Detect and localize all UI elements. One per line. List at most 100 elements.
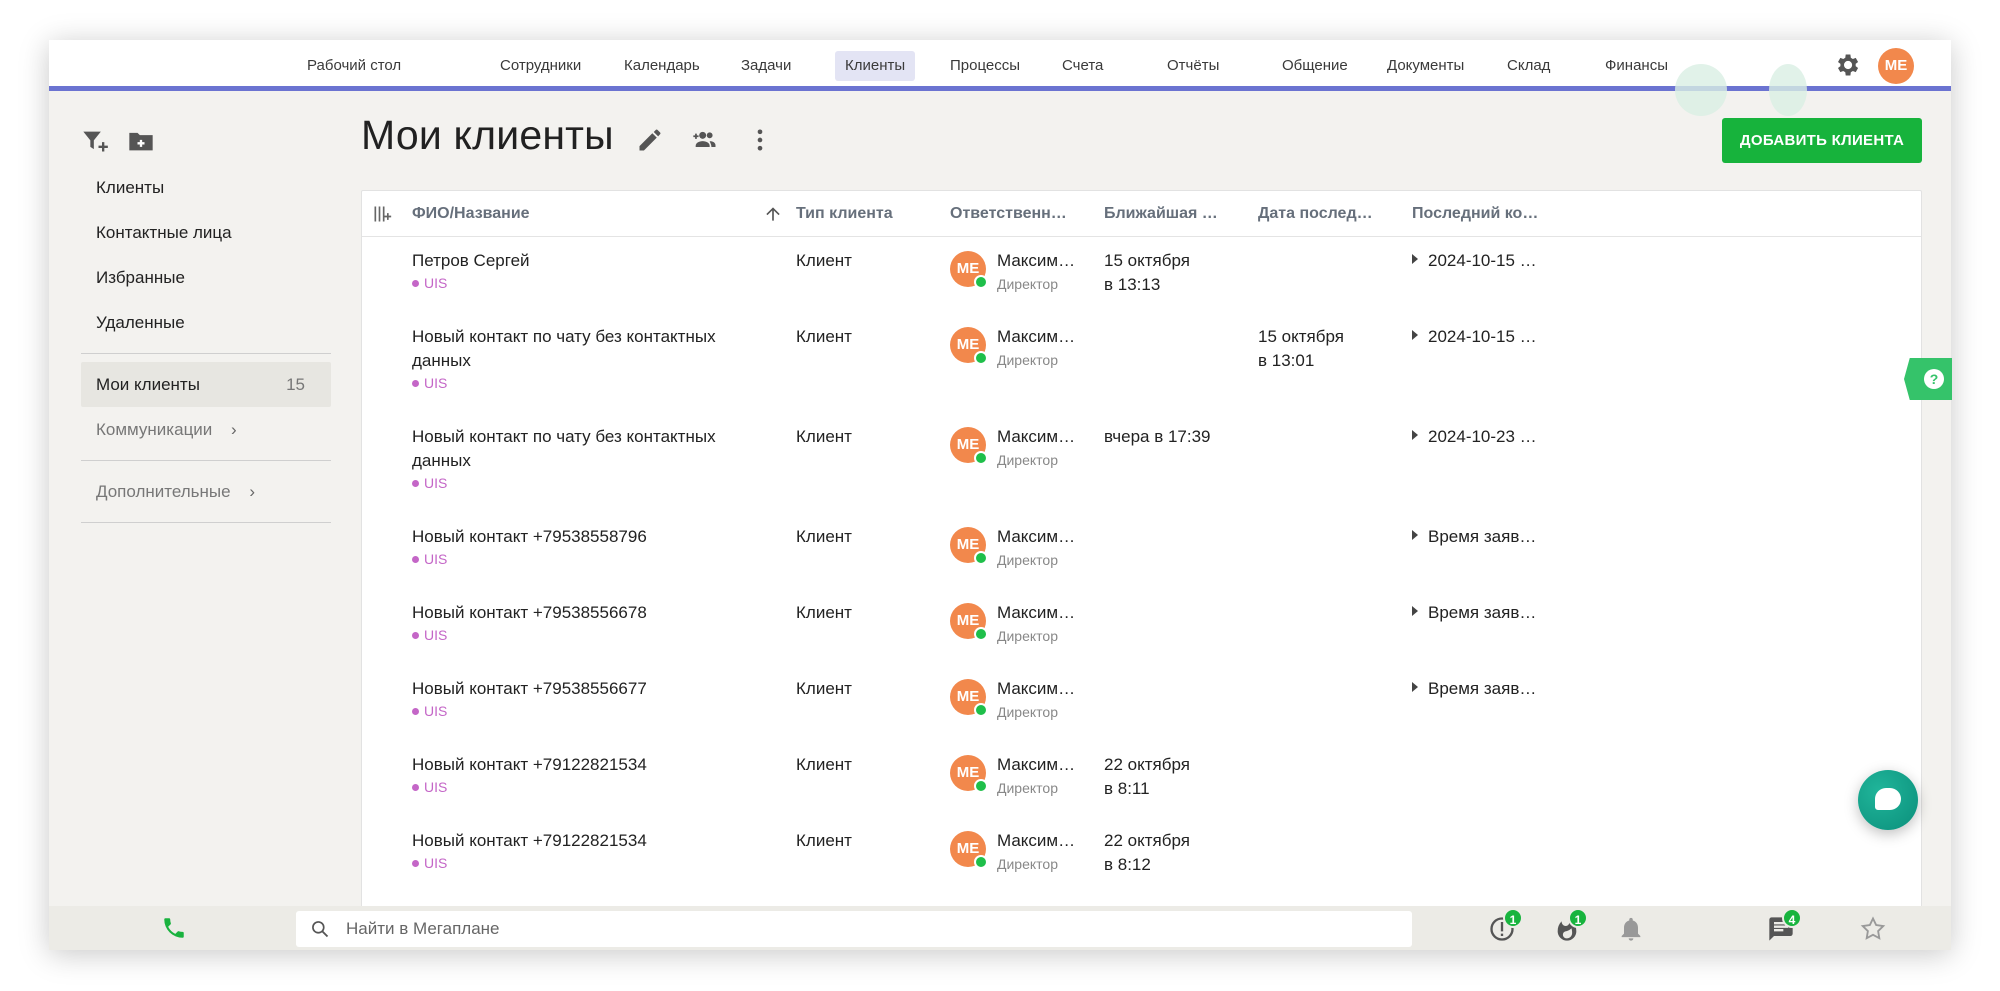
ghost-widget-icon (1675, 64, 1727, 116)
tag-dot-icon (412, 860, 419, 867)
nav-tasks[interactable]: Задачи (731, 51, 801, 81)
tag-label: UIS (424, 475, 448, 491)
online-status-icon (974, 627, 988, 641)
user-avatar[interactable]: ME (1878, 48, 1914, 84)
sidebar-item-favorites[interactable]: Избранные (81, 255, 331, 300)
client-name-text: Новый контакт по чату без контактных дан… (412, 327, 716, 370)
tag-dot-icon (412, 380, 419, 387)
last-contact[interactable]: 2024-10-23 … (1412, 425, 1552, 449)
tag-label: UIS (424, 855, 448, 871)
client-name[interactable]: Новый контакт +79538558796 UIS (412, 525, 757, 569)
column-last-date[interactable]: Дата послед… (1258, 191, 1373, 237)
search-input[interactable] (346, 911, 1396, 947)
nav-employees[interactable]: Сотрудники (490, 51, 591, 81)
help-tab[interactable]: ? (1904, 358, 1952, 400)
sidebar-item-my-clients[interactable]: Мои клиенты 15 (81, 362, 331, 407)
last-contact[interactable]: Время заяв… (1412, 525, 1552, 549)
add-people-icon[interactable] (691, 126, 719, 154)
pencil-icon[interactable] (636, 126, 664, 154)
chat-widget-button[interactable] (1858, 770, 1918, 830)
tag-dot-icon (412, 280, 419, 287)
sidebar-item-additional[interactable]: Дополнительные › (81, 469, 331, 514)
responsible-role: Директор (997, 704, 1058, 720)
sidebar-item-deleted[interactable]: Удаленные (81, 300, 331, 345)
nav-communication[interactable]: Общение (1272, 51, 1358, 81)
chat-bubble-icon (1875, 788, 1901, 810)
last-date: 15 октября в 13:01 (1258, 327, 1344, 370)
filter-add-icon[interactable] (81, 127, 109, 155)
column-responsible[interactable]: Ответственн… (950, 191, 1067, 237)
client-name[interactable]: Новый контакт по чату без контактных дан… (412, 425, 757, 493)
global-search (296, 911, 1412, 947)
nav-calendar[interactable]: Календарь (614, 51, 710, 81)
column-last-contact[interactable]: Последний ко… (1412, 191, 1538, 237)
help-icon: ? (1924, 369, 1944, 389)
nav-processes[interactable]: Процессы (940, 51, 1030, 81)
client-name[interactable]: Новый контакт +79122821534 UIS (412, 829, 757, 873)
sidebar-item-clients[interactable]: Клиенты (81, 165, 331, 210)
expand-caret-icon (1412, 682, 1418, 692)
client-tag: UIS (412, 625, 757, 645)
responsible-name: Максим… (997, 251, 1076, 270)
last-contact-text: 2024-10-23 … (1428, 427, 1537, 446)
more-vertical-icon[interactable] (746, 126, 774, 154)
bell-icon[interactable] (1617, 915, 1645, 943)
responsible-name: Максим… (997, 755, 1076, 774)
columns-settings-icon[interactable] (372, 204, 392, 224)
add-client-button[interactable]: ДОБАВИТЬ КЛИЕНТА (1722, 118, 1922, 163)
sidebar-toolbar (81, 115, 331, 165)
nav-warehouse[interactable]: Склад (1497, 51, 1560, 81)
last-contact-text: 2024-10-15 … (1428, 251, 1537, 270)
client-type: Клиент (796, 527, 852, 546)
last-contact[interactable]: 2024-10-15 … (1412, 325, 1552, 349)
responsible-role: Директор (997, 452, 1058, 468)
client-name[interactable]: Новый контакт +79538556678 UIS (412, 601, 757, 645)
client-name[interactable]: Новый контакт +79538556677 UIS (412, 677, 757, 721)
gear-icon[interactable] (1833, 51, 1861, 79)
client-name[interactable]: Новый контакт +79122821534 UIS (412, 753, 757, 797)
phone-icon[interactable] (161, 915, 187, 941)
messages-button[interactable]: 4 (1767, 908, 1802, 943)
client-name[interactable]: Петров Сергей UIS (412, 249, 757, 293)
tag-label: UIS (424, 703, 448, 719)
bottom-bar: 1 1 4 (49, 906, 1951, 950)
column-type[interactable]: Тип клиента (796, 191, 893, 237)
column-name[interactable]: ФИО/Название (412, 191, 530, 237)
sidebar-item-contacts[interactable]: Контактные лица (81, 210, 331, 255)
online-status-icon (974, 351, 988, 365)
hot-tasks-button[interactable]: 1 (1553, 908, 1588, 943)
online-status-icon (974, 703, 988, 717)
nav-finance[interactable]: Финансы (1595, 51, 1678, 81)
nav-documents[interactable]: Документы (1377, 51, 1474, 81)
folder-add-icon[interactable] (127, 127, 155, 155)
alerts-button[interactable]: 1 (1488, 908, 1523, 943)
nav-reports[interactable]: Отчёты (1157, 51, 1229, 81)
client-tag: UIS (412, 853, 757, 873)
sidebar-item-communications[interactable]: Коммуникации › (81, 407, 331, 452)
responsible-role: Директор (997, 780, 1058, 796)
alerts-badge: 1 (1503, 908, 1523, 928)
nearest-event: 22 октября в 8:12 (1104, 831, 1190, 874)
star-icon[interactable] (1859, 915, 1887, 943)
last-contact[interactable]: Время заяв… (1412, 601, 1552, 625)
online-status-icon (974, 451, 988, 465)
sort-ascending-icon[interactable] (763, 204, 783, 224)
client-name[interactable]: Новый контакт по чату без контактных дан… (412, 325, 757, 393)
client-type: Клиент (796, 679, 852, 698)
sidebar-item-label: Коммуникации (96, 420, 213, 439)
expand-caret-icon (1412, 330, 1418, 340)
nav-clients[interactable]: Клиенты (835, 51, 916, 81)
last-contact[interactable]: Время заяв… (1412, 677, 1552, 701)
sidebar-divider (81, 353, 331, 354)
nav-desktop[interactable]: Рабочий стол (297, 51, 411, 81)
nav-invoices[interactable]: Счета (1052, 51, 1113, 81)
last-contact[interactable]: 2024-10-15 … (1412, 249, 1552, 273)
tag-label: UIS (424, 627, 448, 643)
sidebar: Клиенты Контактные лица Избранные Удален… (81, 115, 331, 531)
tag-label: UIS (424, 779, 448, 795)
column-nearest[interactable]: Ближайшая … (1104, 191, 1218, 237)
client-name-text: Новый контакт +79122821534 (412, 755, 647, 774)
chevron-right-icon: › (231, 420, 237, 439)
tag-label: UIS (424, 275, 448, 291)
client-type: Клиент (796, 251, 852, 270)
